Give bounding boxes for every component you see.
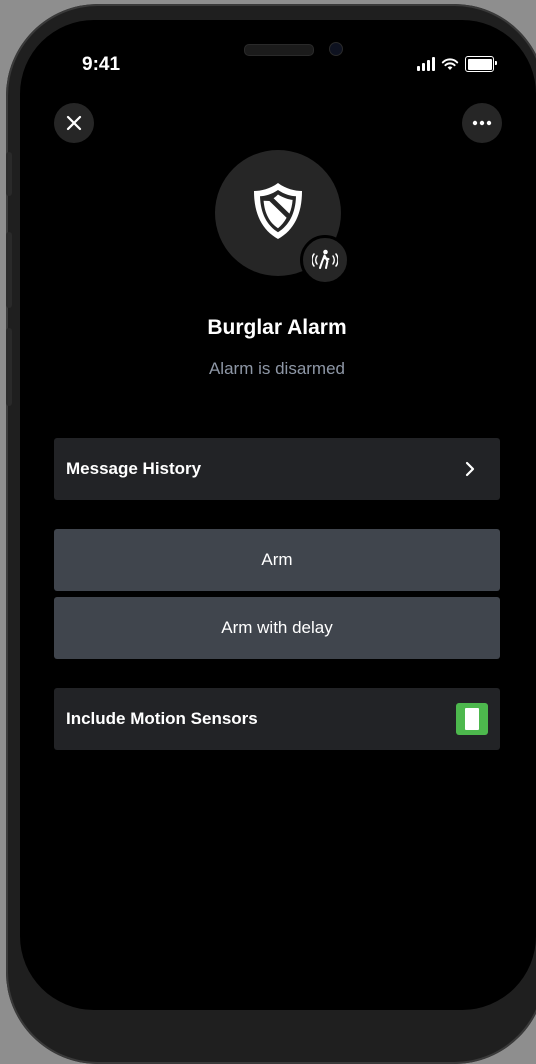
more-dots-icon [472,120,492,126]
motion-sensors-label: Include Motion Sensors [66,709,258,728]
alarm-status-text: Alarm is disarmed [208,359,346,378]
shield-icon [254,183,302,239]
chevron-right-icon [460,459,480,479]
arm-button-label: Arm [261,550,293,569]
close-icon [66,115,82,131]
motion-sensor-icon [312,249,338,269]
toggle-knob [465,708,479,730]
motion-sensors-toggle[interactable] [456,703,488,735]
arm-button[interactable]: Arm [54,529,500,591]
mute-switch [6,152,12,196]
wifi-icon [441,58,459,70]
message-history-label: Message History [66,459,202,478]
earpiece-speaker [244,44,314,56]
status-time: 9:41 [82,54,121,75]
volume-up-button [6,232,12,308]
battery-icon [465,56,497,72]
device-title: Burglar Alarm [207,316,347,339]
motion-sensor-badge [300,235,350,285]
front-camera [329,42,343,56]
arm-with-delay-button-label: Arm with delay [221,618,333,637]
more-options-button[interactable] [462,103,502,143]
volume-down-button [6,328,12,406]
message-history-row[interactable]: Message History [54,438,500,500]
close-button[interactable] [54,103,94,143]
status-icons [417,56,497,72]
motion-sensors-row: Include Motion Sensors [54,688,500,750]
cellular-signal-icon [417,57,435,71]
phone-screen: 9:41 Burglar Alarm Alarm is disarmed Mes… [20,20,536,1010]
arm-with-delay-button[interactable]: Arm with delay [54,597,500,659]
